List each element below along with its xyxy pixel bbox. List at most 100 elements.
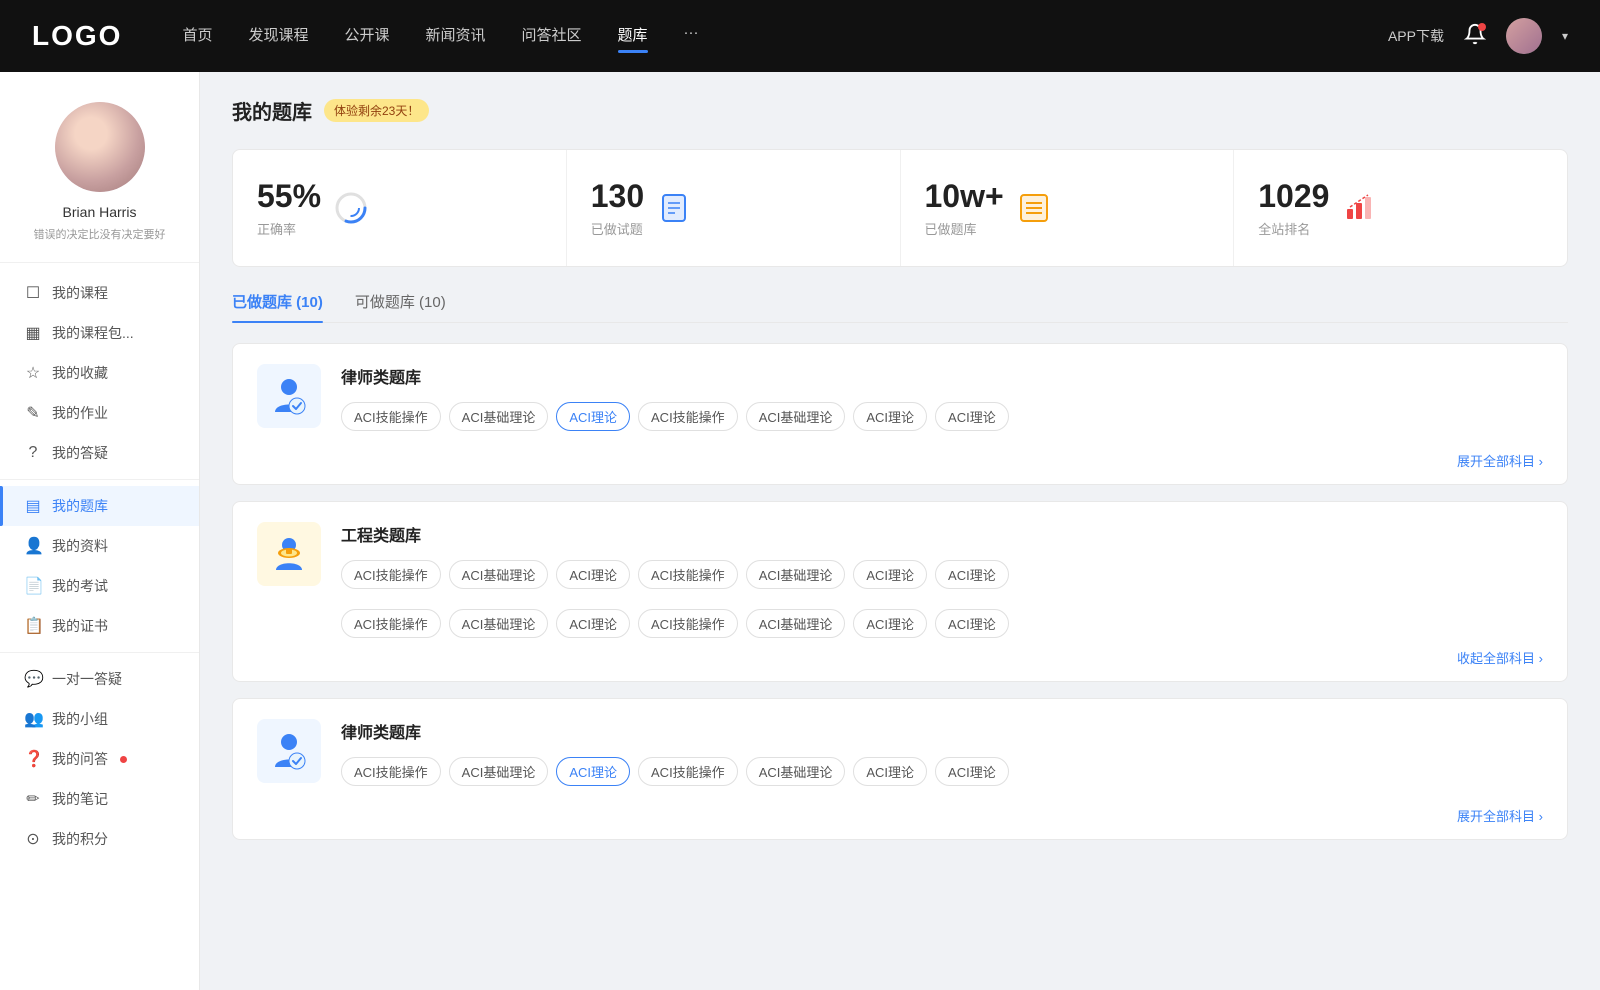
qbank-icon-engineer: [257, 522, 321, 586]
app-download[interactable]: APP下载: [1388, 26, 1444, 46]
tag-3-6[interactable]: ACI理论: [935, 757, 1009, 786]
tag-1-3[interactable]: ACI技能操作: [638, 402, 738, 431]
tag-1-2[interactable]: ACI理论: [556, 402, 630, 431]
avatar-image: [1506, 18, 1542, 54]
sidebar-item-my-questions[interactable]: ❓ 我的问答: [0, 739, 199, 779]
user-avatar[interactable]: [1506, 18, 1542, 54]
tag-3-0[interactable]: ACI技能操作: [341, 757, 441, 786]
tag-2-5[interactable]: ACI理论: [853, 560, 927, 589]
qbank-header-3: 律师类题库 ACI技能操作 ACI基础理论 ACI理论 ACI技能操作 ACI基…: [233, 699, 1567, 806]
sidebar: Brian Harris 错误的决定比没有决定要好 ☐ 我的课程 ▦ 我的课程包…: [0, 72, 200, 990]
qbank-expand-1[interactable]: 展开全部科目 ›: [233, 451, 1567, 484]
qbank-title-3: 律师类题库: [341, 719, 1543, 743]
tag-3-1[interactable]: ACI基础理论: [449, 757, 549, 786]
sidebar-item-one-on-one[interactable]: 💬 一对一答疑: [0, 659, 199, 699]
sidebar-item-certificate[interactable]: 📋 我的证书: [0, 606, 199, 646]
sidebar-item-question-bank[interactable]: ▤ 我的题库: [0, 486, 199, 526]
sidebar-label-my-exam: 我的考试: [52, 576, 108, 596]
courses-icon: ☐: [24, 283, 42, 303]
sidebar-item-favorites[interactable]: ☆ 我的收藏: [0, 353, 199, 393]
nav-more[interactable]: ···: [684, 24, 699, 49]
sidebar-label-my-courses: 我的课程: [52, 283, 108, 303]
stat-done-questions: 130 已做试题: [567, 150, 901, 266]
sidebar-item-my-data[interactable]: 👤 我的资料: [0, 526, 199, 566]
stat-accuracy-label: 正确率: [257, 219, 321, 238]
tag-1-5[interactable]: ACI理论: [853, 402, 927, 431]
my-data-icon: 👤: [24, 536, 42, 556]
tag-2-0[interactable]: ACI技能操作: [341, 560, 441, 589]
tag-1-4[interactable]: ACI基础理论: [746, 402, 846, 431]
nav-open-course[interactable]: 公开课: [344, 24, 389, 49]
sidebar-item-qa[interactable]: ? 我的答疑: [0, 433, 199, 473]
lawyer-icon-svg-2: [267, 729, 311, 773]
tag-3-5[interactable]: ACI理论: [853, 757, 927, 786]
tag-2r-4[interactable]: ACI基础理论: [746, 609, 846, 638]
sidebar-item-course-package[interactable]: ▦ 我的课程包...: [0, 313, 199, 353]
tag-1-0[interactable]: ACI技能操作: [341, 402, 441, 431]
nav-home[interactable]: 首页: [182, 24, 212, 49]
sidebar-item-my-points[interactable]: ⊙ 我的积分: [0, 819, 199, 859]
sidebar-label-homework: 我的作业: [52, 403, 108, 423]
sidebar-label-my-points: 我的积分: [52, 829, 108, 849]
tag-2-3[interactable]: ACI技能操作: [638, 560, 738, 589]
page-title: 我的题库: [232, 96, 312, 125]
tag-2r-3[interactable]: ACI技能操作: [638, 609, 738, 638]
tab-todo[interactable]: 可做题库 (10): [355, 291, 446, 322]
qbank-expand-3[interactable]: 展开全部科目 ›: [233, 806, 1567, 839]
certificate-icon: 📋: [24, 616, 42, 636]
nav-question-bank[interactable]: 题库: [618, 24, 648, 49]
qa-icon: ?: [24, 444, 42, 462]
tag-2r-1[interactable]: ACI基础理论: [449, 609, 549, 638]
questions-icon: ❓: [24, 749, 42, 769]
sidebar-item-my-courses[interactable]: ☐ 我的课程: [0, 273, 199, 313]
navbar: LOGO 首页 发现课程 公开课 新闻资讯 问答社区 题库 ··· APP下载 …: [0, 0, 1600, 72]
exam-icon: 📄: [24, 576, 42, 596]
tab-done[interactable]: 已做题库 (10): [232, 291, 323, 322]
stat-done-questions-value: 130: [591, 178, 644, 215]
tag-2-6[interactable]: ACI理论: [935, 560, 1009, 589]
sidebar-item-homework[interactable]: ✎ 我的作业: [0, 393, 199, 433]
sidebar-label-course-package: 我的课程包...: [52, 323, 134, 343]
trial-badge: 体验剩余23天！: [324, 99, 429, 122]
homework-icon: ✎: [24, 403, 42, 423]
sidebar-label-question-bank: 我的题库: [52, 496, 108, 516]
sidebar-label-my-data: 我的资料: [52, 536, 108, 556]
tag-2r-0[interactable]: ACI技能操作: [341, 609, 441, 638]
sidebar-item-my-notes[interactable]: ✏ 我的笔记: [0, 779, 199, 819]
list-svg: [1019, 193, 1049, 223]
qbank-content-1: 律师类题库 ACI技能操作 ACI基础理论 ACI理论 ACI技能操作 ACI基…: [341, 364, 1543, 431]
qbank-card-engineer: 工程类题库 ACI技能操作 ACI基础理论 ACI理论 ACI技能操作 ACI基…: [232, 501, 1568, 682]
tag-2r-5[interactable]: ACI理论: [853, 609, 927, 638]
nav-links: 首页 发现课程 公开课 新闻资讯 问答社区 题库 ···: [182, 24, 1388, 49]
stats-row: 55% 正确率 130 已做试题: [232, 149, 1568, 267]
lawyer-icon-svg: [267, 374, 311, 418]
profile-bio: 错误的决定比没有决定要好: [34, 226, 166, 242]
nav-qa[interactable]: 问答社区: [522, 24, 582, 49]
tag-3-3[interactable]: ACI技能操作: [638, 757, 738, 786]
qbank-icon-lawyer-1: [257, 364, 321, 428]
nav-discover[interactable]: 发现课程: [248, 24, 308, 49]
sidebar-label-certificate: 我的证书: [52, 616, 108, 636]
avatar-image: [55, 102, 145, 192]
tag-3-2[interactable]: ACI理论: [556, 757, 630, 786]
sidebar-label-qa: 我的答疑: [52, 443, 108, 463]
notification-bell[interactable]: [1464, 23, 1486, 50]
nav-news[interactable]: 新闻资讯: [426, 24, 486, 49]
sidebar-label-my-group: 我的小组: [52, 709, 108, 729]
tag-3-4[interactable]: ACI基础理论: [746, 757, 846, 786]
tag-2r-2[interactable]: ACI理论: [556, 609, 630, 638]
qbank-expand-2[interactable]: 收起全部科目 ›: [233, 648, 1567, 681]
sidebar-item-my-group[interactable]: 👥 我的小组: [0, 699, 199, 739]
tag-2-1[interactable]: ACI基础理论: [449, 560, 549, 589]
sidebar-divider-2: [0, 652, 199, 653]
qbank-icon-lawyer-2: [257, 719, 321, 783]
tag-1-6[interactable]: ACI理论: [935, 402, 1009, 431]
tag-1-1[interactable]: ACI基础理论: [449, 402, 549, 431]
sidebar-label-one-on-one: 一对一答疑: [52, 669, 122, 689]
tag-2-4[interactable]: ACI基础理论: [746, 560, 846, 589]
tag-2r-6[interactable]: ACI理论: [935, 609, 1009, 638]
user-menu-chevron[interactable]: ▾: [1562, 29, 1568, 43]
sidebar-item-my-exam[interactable]: 📄 我的考试: [0, 566, 199, 606]
tag-2-2[interactable]: ACI理论: [556, 560, 630, 589]
stat-rank: 1029 全站排名: [1234, 150, 1567, 266]
